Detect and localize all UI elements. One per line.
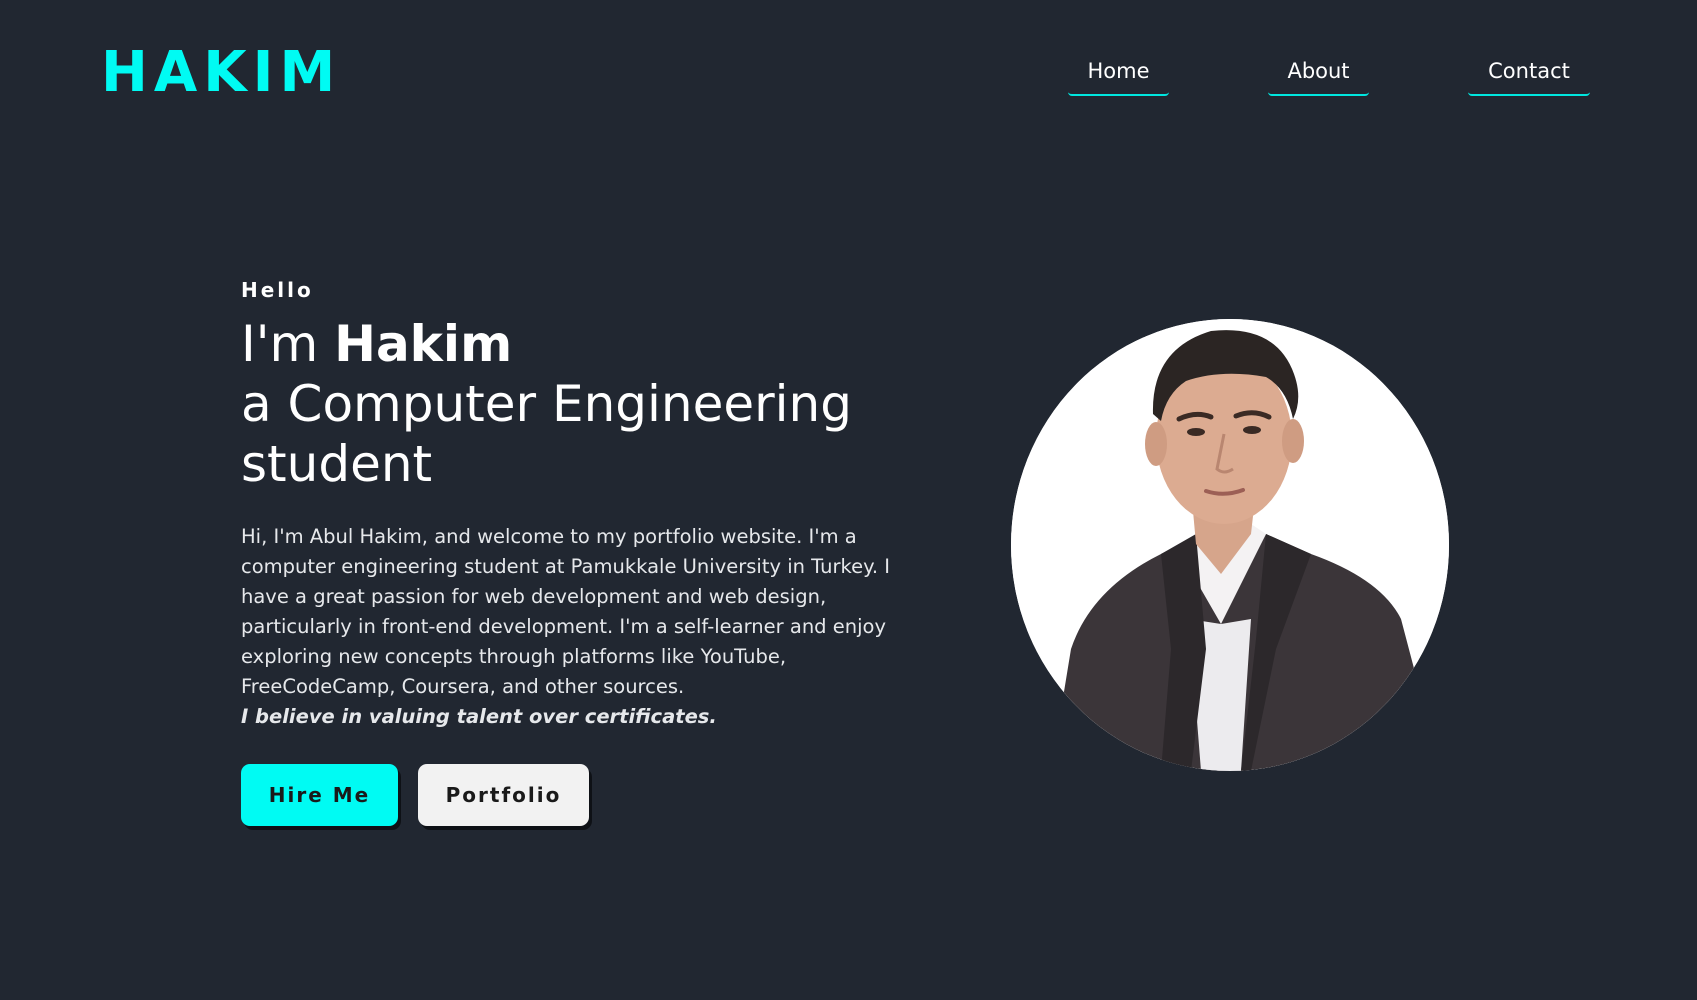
portfolio-button[interactable]: Portfolio	[418, 764, 589, 826]
site-header: HAKIM Home About Contact	[0, 0, 1697, 150]
main-nav: Home About Contact	[0, 50, 1697, 100]
headline-role: a Computer Engineering student	[241, 375, 852, 493]
hero-headline: I'm Hakim a Computer Engineering student	[241, 314, 921, 494]
hire-me-button[interactable]: Hire Me	[241, 764, 398, 826]
nav-about-link[interactable]: About	[1268, 50, 1369, 96]
profile-photo	[1011, 319, 1449, 771]
hero-greeting: Hello	[241, 278, 314, 302]
nav-contact-link[interactable]: Contact	[1468, 50, 1590, 96]
hero-bio: Hi, I'm Abul Hakim, and welcome to my po…	[241, 525, 891, 698]
headline-name: Hakim	[334, 315, 513, 373]
profile-photo-illustration	[1011, 319, 1449, 771]
hero-motto: I believe in valuing talent over certifi…	[241, 705, 717, 728]
nav-home-link[interactable]: Home	[1068, 50, 1169, 96]
headline-prefix: I'm	[241, 315, 335, 373]
hero-intro: Hello I'm Hakim a Computer Engineering st…	[241, 276, 921, 732]
